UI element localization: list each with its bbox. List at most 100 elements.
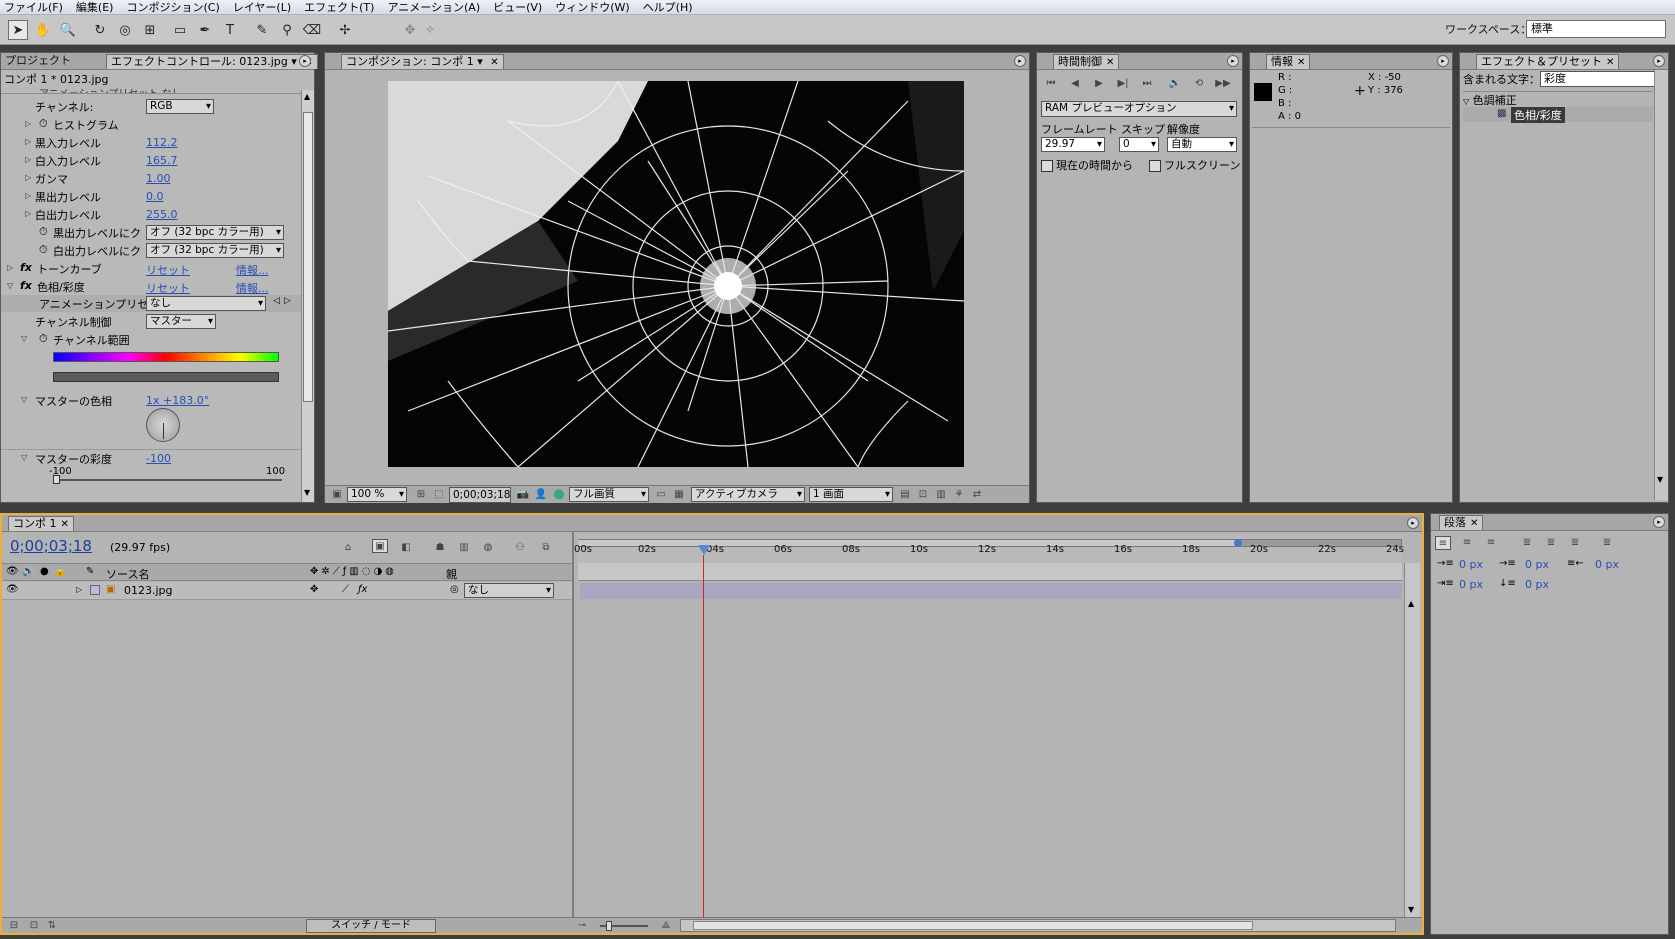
effect-item-row[interactable]: ▩ 色相/彩度 xyxy=(1463,107,1653,123)
puppet-pin-tool-icon[interactable]: ✢ xyxy=(335,20,355,40)
effect-switch-icon[interactable]: ƒx xyxy=(358,584,367,595)
quality-switch-icon[interactable]: ⟋ xyxy=(342,584,349,595)
fx-icon[interactable]: fx xyxy=(20,261,32,274)
current-timecode[interactable]: 0;00;03;18 xyxy=(10,537,92,555)
graph-editor-icon[interactable]: ⧉ xyxy=(538,541,554,555)
hand-tool-icon[interactable]: ✋ xyxy=(33,20,53,40)
menu-help[interactable]: ヘルプ(H) xyxy=(643,0,693,15)
category-row[interactable]: ▽ 色調補正 xyxy=(1463,91,1653,107)
fx-icon[interactable]: fx xyxy=(20,279,32,292)
zoom-in-icon[interactable]: ⟁ xyxy=(658,919,674,933)
align-right-icon[interactable]: ≡ xyxy=(1483,536,1499,550)
close-icon[interactable]: ✕ xyxy=(1106,57,1114,68)
panel-menu-icon[interactable]: ▸ xyxy=(1653,516,1665,528)
axis-mode-icon[interactable]: ✥ xyxy=(400,20,420,40)
tab-info[interactable]: 情報 ✕ xyxy=(1266,54,1311,69)
eye-icon[interactable]: 👁 xyxy=(6,566,19,577)
pixel-aspect-icon[interactable]: ▤ xyxy=(897,488,913,502)
ram-preview-icon[interactable]: ▶▶ xyxy=(1215,77,1231,91)
clone-stamp-tool-icon[interactable]: ⚲ xyxy=(277,20,297,40)
tab-time-control[interactable]: 時間制御 ✕ xyxy=(1053,54,1120,69)
timeline-vertical-scrollbar[interactable]: ▲ ▼ xyxy=(1404,563,1420,919)
justify-all-icon[interactable]: ≣ xyxy=(1599,536,1615,550)
tone-curve-reset-link[interactable]: リセット xyxy=(146,262,190,278)
space-after-value[interactable]: 0 px xyxy=(1525,578,1549,591)
audio-icon[interactable]: 🔈 xyxy=(1167,77,1183,91)
clip-white-select[interactable]: オフ (32 bpc カラー用) xyxy=(146,243,284,258)
play-icon[interactable]: ▶ xyxy=(1091,77,1107,91)
playhead-handle[interactable] xyxy=(698,545,710,555)
panel-menu-icon[interactable]: ▸ xyxy=(1014,55,1026,67)
level-value[interactable]: 165.7 xyxy=(146,154,178,167)
clip-black-select[interactable]: オフ (32 bpc カラー用) xyxy=(146,225,284,240)
expand-triangle-icon[interactable]: ▷ xyxy=(25,191,31,200)
align-left-icon[interactable]: ≡ xyxy=(1435,536,1451,550)
close-icon[interactable]: ✕ xyxy=(61,519,69,530)
anim-preset-select[interactable]: なし xyxy=(146,296,266,311)
camera-orbit-tool-icon[interactable]: ◎ xyxy=(115,20,135,40)
lock-icon[interactable]: 🔒 xyxy=(54,566,66,577)
effect-controls-scrollbar[interactable]: ▲ ▼ xyxy=(301,90,314,502)
scroll-up-icon[interactable]: ▲ xyxy=(1408,599,1414,608)
scroll-down-icon[interactable]: ▼ xyxy=(1408,905,1414,914)
snapshot-icon[interactable]: 📷 xyxy=(515,488,531,502)
collapse-triangle-icon[interactable]: ▽ xyxy=(7,281,13,290)
menu-animation[interactable]: アニメーション(A) xyxy=(387,0,480,15)
region-of-interest-icon[interactable]: ▭ xyxy=(653,488,669,502)
fullscreen-checkbox[interactable]: フルスクリーン xyxy=(1149,157,1240,173)
work-area-bar[interactable] xyxy=(578,540,1238,546)
frame-blending-icon[interactable]: ▥ xyxy=(456,541,472,555)
expand-triangle-icon[interactable]: ▷ xyxy=(25,155,31,164)
zoom-select[interactable]: 100 % xyxy=(347,487,407,502)
rectangle-mask-tool-icon[interactable]: ▭ xyxy=(170,20,190,40)
ram-preview-select[interactable]: RAM プレビューオプション xyxy=(1041,101,1237,117)
show-snapshot-icon[interactable]: 👤 xyxy=(533,488,549,502)
mask-visibility-icon[interactable]: ⬚ xyxy=(431,488,447,502)
panel-menu-icon[interactable]: ▸ xyxy=(1227,55,1239,67)
expand-triangle-icon[interactable]: ▷ xyxy=(25,137,31,146)
hue-sat-info-link[interactable]: 情報... xyxy=(236,280,269,296)
scroll-thumb[interactable] xyxy=(303,112,313,402)
expand-triangle-icon[interactable]: ▷ xyxy=(76,585,82,594)
space-before-value[interactable]: 0 px xyxy=(1459,578,1483,591)
master-sat-value[interactable]: -100 xyxy=(146,452,171,465)
menu-edit[interactable]: 編集(E) xyxy=(76,0,114,15)
menu-effect[interactable]: エフェクト(T) xyxy=(304,0,374,15)
zoom-out-icon[interactable]: ⊸ xyxy=(574,919,590,933)
scroll-thumb[interactable] xyxy=(693,921,1253,930)
toggle-layer-switches-icon[interactable]: ⊟ xyxy=(6,919,22,933)
effects-scrollbar[interactable]: ▼ xyxy=(1654,70,1668,500)
indent-left-value[interactable]: 0 px xyxy=(1459,558,1483,571)
collapse-triangle-icon[interactable]: ▽ xyxy=(21,395,27,404)
level-value[interactable]: 112.2 xyxy=(146,136,178,149)
camera-select[interactable]: アクティブカメラ xyxy=(691,487,805,502)
close-icon[interactable]: ✕ xyxy=(1606,57,1614,68)
scroll-down-icon[interactable]: ▼ xyxy=(1657,475,1663,484)
resolution-select[interactable]: 自動 xyxy=(1167,137,1237,152)
tab-paragraph[interactable]: 段落 ✕ xyxy=(1439,515,1484,530)
hue-sat-reset-link[interactable]: リセット xyxy=(146,280,190,296)
solo-icon[interactable]: ● xyxy=(40,566,49,577)
pan-behind-tool-icon[interactable]: ⊞ xyxy=(140,20,160,40)
from-current-checkbox[interactable]: 現在の時間から xyxy=(1041,157,1133,173)
level-value[interactable]: 0.0 xyxy=(146,190,164,203)
justify-left-icon[interactable]: ≣ xyxy=(1519,536,1535,550)
close-icon[interactable]: ✕ xyxy=(1297,57,1305,68)
parent-header[interactable]: 親 xyxy=(446,566,457,582)
close-icon[interactable]: ✕ xyxy=(1470,518,1478,529)
menu-composition[interactable]: コンポジション(C) xyxy=(126,0,219,15)
panel-menu-icon[interactable]: ▸ xyxy=(1653,55,1665,67)
color-channels-icon[interactable]: ⬤ xyxy=(551,488,567,502)
shy-switch-icon[interactable]: ✥ xyxy=(310,584,318,595)
layer-name[interactable]: 0123.jpg xyxy=(124,584,173,597)
saturation-slider-thumb[interactable] xyxy=(53,475,60,484)
menu-layer[interactable]: レイヤー(L) xyxy=(233,0,291,15)
switch-mode-toggle[interactable]: スイッチ / モード xyxy=(306,919,436,933)
world-axis-icon[interactable]: ✧ xyxy=(420,20,440,40)
parent-select[interactable]: なし xyxy=(464,583,554,598)
viewer-image[interactable] xyxy=(388,81,964,467)
zoom-tool-icon[interactable]: 🔍 xyxy=(58,20,78,40)
expand-triangle-icon[interactable]: ▷ xyxy=(25,209,31,218)
prev-preset-icon[interactable]: ◁ xyxy=(273,296,280,306)
panel-menu-icon[interactable]: ▸ xyxy=(1437,55,1449,67)
